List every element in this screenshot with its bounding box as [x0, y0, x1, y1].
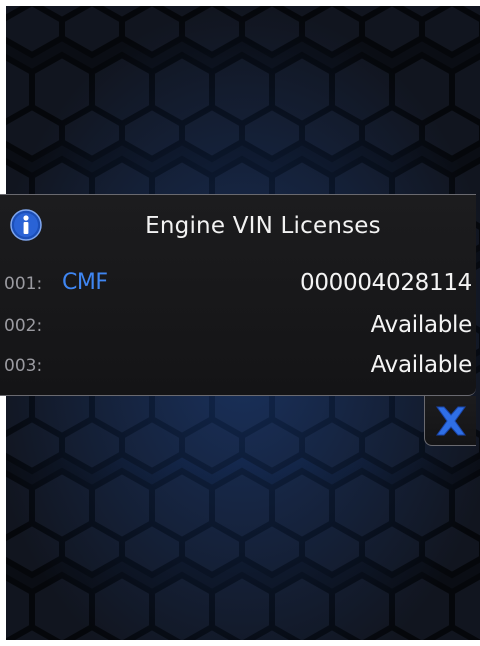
license-value: Available [370, 312, 473, 338]
slot-number: 001: [4, 274, 43, 294]
license-row: 003: Available [0, 349, 472, 383]
slot-number: 002: [4, 316, 43, 336]
close-button[interactable] [424, 396, 476, 446]
slot-number: 003: [4, 356, 43, 376]
license-dialog: Engine VIN Licenses 001: CMF 00000402811… [0, 194, 476, 396]
license-row: 001: CMF 000004028114 [0, 267, 472, 301]
license-value: 000004028114 [300, 270, 472, 296]
license-row: 002: Available [0, 309, 472, 343]
license-name: CMF [62, 270, 108, 295]
info-icon [10, 209, 42, 241]
license-value: Available [370, 352, 473, 378]
close-icon [436, 406, 466, 436]
dialog-title: Engine VIN Licenses [145, 213, 381, 239]
